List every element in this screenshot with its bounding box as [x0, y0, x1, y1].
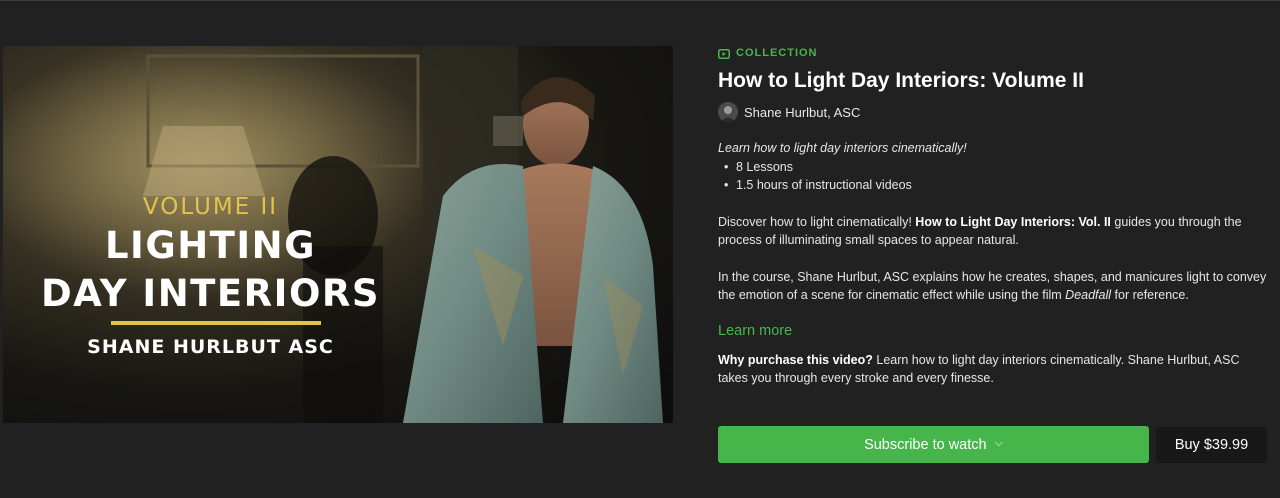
why-purchase-text: Why purchase this video? Learn how to li… — [718, 351, 1268, 388]
course-info-panel: COLLECTION How to Light Day Interiors: V… — [718, 44, 1268, 388]
course-tagline: Learn how to light day interiors cinemat… — [718, 141, 967, 155]
course-thumbnail[interactable]: VOLUME II LIGHTING DAY INTERIORS SHANE H… — [3, 46, 673, 423]
author-link[interactable]: Shane Hurlbut, ASC — [718, 102, 1268, 122]
subscribe-button[interactable]: Subscribe to watch ⌵ — [718, 426, 1149, 463]
buy-button[interactable]: Buy $39.99 — [1156, 427, 1267, 463]
description-bold-title: How to Light Day Interiors: Vol. II — [915, 214, 1111, 229]
poster-title-line1: LIGHTING — [104, 224, 317, 267]
poster-author: SHANE HURLBUT ASC — [87, 336, 334, 358]
learn-more-link[interactable]: Learn more — [718, 323, 792, 339]
collection-label: COLLECTION — [736, 47, 818, 59]
highlight-item: 8 Lessons — [724, 158, 1268, 177]
author-name: Shane Hurlbut, ASC — [744, 104, 861, 120]
poster-title-line2: DAY INTERIORS — [40, 272, 381, 315]
highlight-item: 1.5 hours of instructional videos — [724, 176, 1268, 195]
collection-icon — [718, 48, 730, 59]
course-highlights: 8 Lessons 1.5 hours of instructional vid… — [724, 158, 1268, 195]
film-title: Deadfall — [1065, 288, 1112, 302]
poster-volume-label: VOLUME II — [142, 194, 279, 220]
chevron-down-icon: ⌵ — [994, 437, 1003, 449]
description-paragraph-2: In the course, Shane Hurlbut, ASC explai… — [718, 268, 1268, 305]
buy-label: Buy $39.99 — [1174, 437, 1249, 453]
description-text: Discover how to light cinematically! — [718, 214, 916, 229]
course-title: How to Light Day Interiors: Volume II — [718, 69, 1084, 92]
why-purchase-heading: Why purchase this video? — [718, 352, 873, 367]
collection-badge: COLLECTION — [718, 44, 1268, 62]
subscribe-label: Subscribe to watch — [864, 436, 987, 453]
description-paragraph-1: Discover how to light cinematically! How… — [718, 213, 1268, 250]
purchase-actions: Subscribe to watch ⌵ Buy $39.99 — [718, 426, 1268, 463]
description-text: for reference. — [1111, 288, 1189, 302]
avatar — [718, 102, 738, 122]
poster-divider — [111, 321, 321, 325]
top-divider — [0, 0, 1280, 1]
